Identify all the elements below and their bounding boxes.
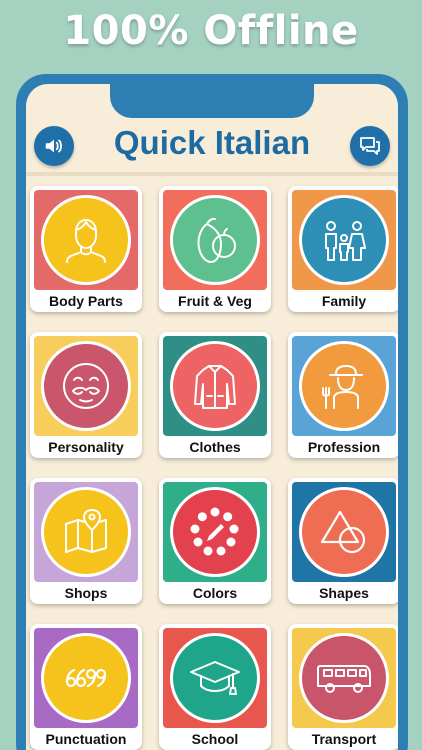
card-label: School: [191, 731, 239, 747]
card-background: [34, 628, 138, 728]
card-background: [163, 190, 267, 290]
mustache-face-icon: [41, 341, 131, 431]
card-label: Body Parts: [49, 293, 123, 309]
shapes-icon: [299, 487, 389, 577]
app-header: Quick Italian: [26, 114, 398, 176]
category-card-punctuation[interactable]: Punctuation: [30, 624, 142, 750]
card-background: [292, 336, 396, 436]
quotes-icon: [41, 633, 131, 723]
card-background: [34, 336, 138, 436]
category-card-transport[interactable]: Transport: [288, 624, 398, 750]
graduation-cap-icon: [170, 633, 260, 723]
card-background: [292, 482, 396, 582]
category-card-family[interactable]: Family: [288, 186, 398, 312]
chat-bubbles-icon: [358, 134, 382, 158]
category-card-fruit-veg[interactable]: Fruit & Veg: [159, 186, 271, 312]
card-background: [292, 190, 396, 290]
card-label: Family: [321, 293, 367, 309]
app-screen: Quick Italian Body Parts Fruit & Veg Fam…: [26, 84, 398, 750]
card-background: [163, 628, 267, 728]
palette-icon: [170, 487, 260, 577]
card-background: [292, 628, 396, 728]
app-title: Quick Italian: [113, 124, 311, 161]
card-label: Shapes: [319, 585, 369, 601]
card-label: Personality: [48, 439, 124, 455]
card-background: [163, 482, 267, 582]
category-card-profession[interactable]: Profession: [288, 332, 398, 458]
header-divider: [26, 172, 398, 176]
map-pin-icon: [41, 487, 131, 577]
category-card-shops[interactable]: Shops: [30, 478, 142, 604]
category-card-clothes[interactable]: Clothes: [159, 332, 271, 458]
card-label: Shops: [64, 585, 108, 601]
category-card-school[interactable]: School: [159, 624, 271, 750]
category-card-colors[interactable]: Colors: [159, 478, 271, 604]
card-label: Punctuation: [45, 731, 127, 747]
card-label: Transport: [311, 731, 377, 747]
offline-banner: 100% Offline: [63, 8, 359, 54]
category-card-personality[interactable]: Personality: [30, 332, 142, 458]
category-card-body-parts[interactable]: Body Parts: [30, 186, 142, 312]
category-card-shapes[interactable]: Shapes: [288, 478, 398, 604]
bus-icon: [299, 633, 389, 723]
card-label: Profession: [307, 439, 381, 455]
family-icon: [299, 195, 389, 285]
card-background: [34, 190, 138, 290]
card-background: [34, 482, 138, 582]
card-label: Clothes: [189, 439, 241, 455]
category-grid: Body Parts Fruit & Veg Family Personalit…: [30, 186, 398, 750]
phone-notch: [110, 84, 314, 118]
person-icon: [41, 195, 131, 285]
fruit-icon: [170, 195, 260, 285]
card-label: Colors: [192, 585, 238, 601]
chat-button[interactable]: [350, 126, 390, 166]
jacket-icon: [170, 341, 260, 431]
card-background: [163, 336, 267, 436]
card-label: Fruit & Veg: [178, 293, 252, 309]
farmer-icon: [299, 341, 389, 431]
phone-frame: Quick Italian Body Parts Fruit & Veg Fam…: [16, 74, 408, 750]
